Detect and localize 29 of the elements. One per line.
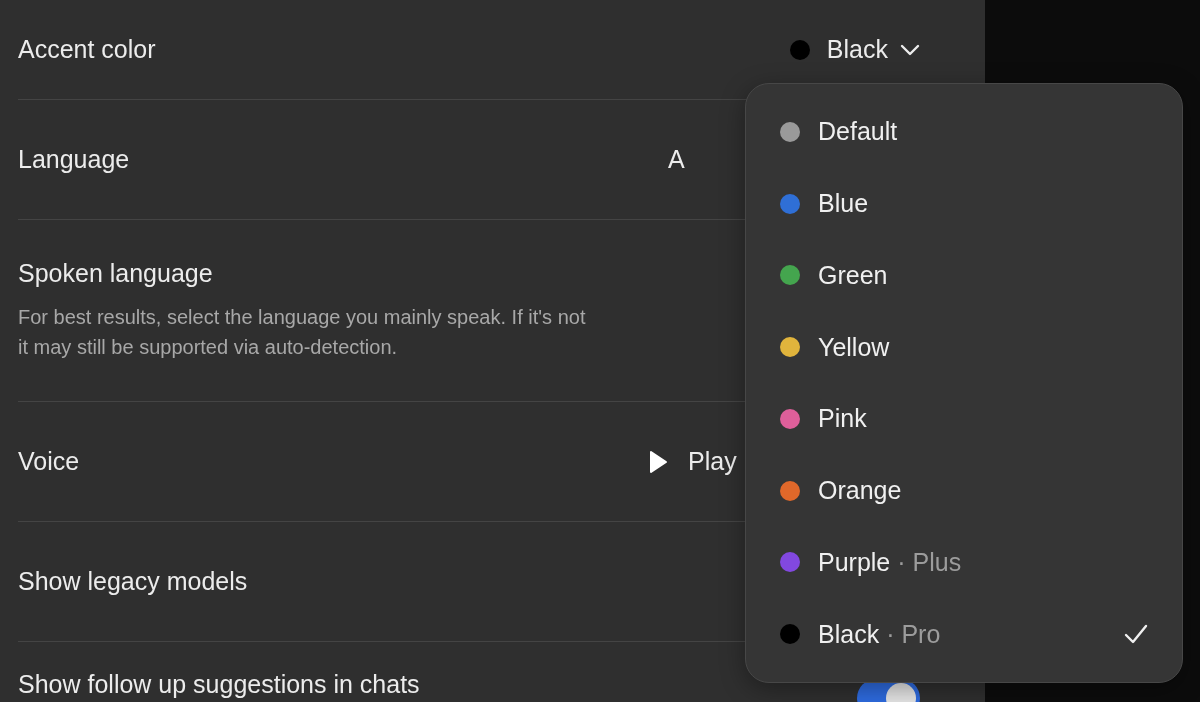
option-label: Pink — [818, 404, 867, 434]
option-label: Green — [818, 260, 888, 290]
option-label: Yellow — [818, 332, 890, 362]
color-option[interactable]: Black · Pro — [746, 598, 1182, 670]
color-option[interactable]: Default — [746, 96, 1182, 168]
color-option[interactable]: Purple · Plus — [746, 526, 1182, 599]
color-option[interactable]: Green — [746, 239, 1182, 312]
setting-label: Show follow up suggestions in chats — [18, 669, 420, 699]
option-label: Orange — [818, 476, 902, 506]
setting-label: Language — [18, 145, 130, 174]
setting-label: Show legacy models — [18, 567, 248, 596]
plan-label: · Plus — [897, 547, 962, 577]
option-label: Purple — [818, 547, 891, 577]
color-option[interactable]: Blue — [746, 167, 1182, 240]
option-label: Black — [818, 619, 880, 649]
setting-label: Spoken language — [18, 259, 213, 288]
play-icon — [648, 449, 668, 474]
color-option[interactable]: Yellow — [746, 311, 1182, 383]
play-button[interactable]: Play — [648, 447, 737, 476]
setting-label: Accent color — [18, 35, 156, 64]
color-option[interactable]: Pink — [746, 383, 1182, 455]
setting-description: For best results, select the language you mainly speak. If it's not it may still be supported via auto-detection. — [18, 305, 586, 360]
chevron-down-icon — [900, 43, 920, 56]
plan-label: · Pro — [886, 619, 941, 649]
setting-label: Voice — [18, 447, 80, 476]
color-option[interactable]: Orange — [746, 454, 1182, 527]
option-label: Blue — [818, 189, 869, 219]
accent-color-dropdown[interactable]: Black — [789, 35, 920, 64]
option-label: Default — [818, 117, 898, 147]
